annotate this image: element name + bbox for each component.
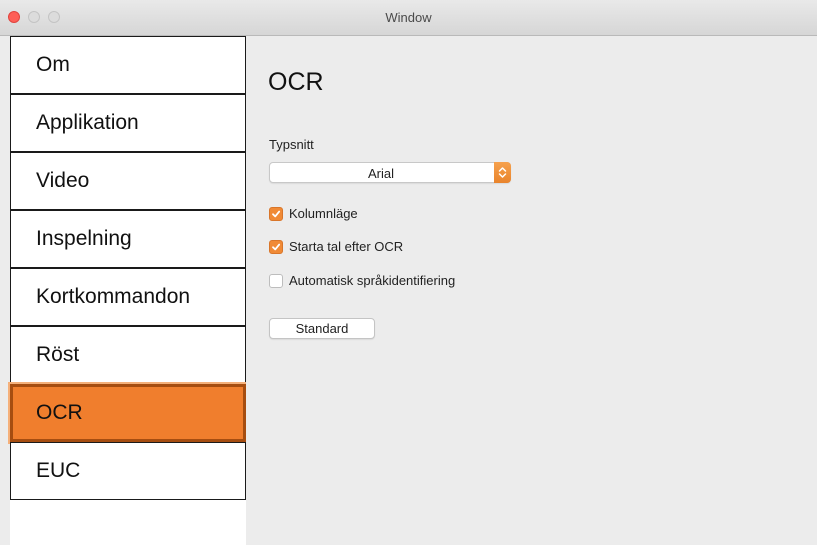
speak-after-ocr-label: Starta tal efter OCR	[289, 239, 404, 254]
font-select-value: Arial	[367, 166, 394, 181]
title-bar: Window	[0, 0, 817, 36]
settings-content: OCR Typsnitt Arial Kolumnläge Starta tal…	[246, 36, 817, 545]
sidebar-item-ocr[interactable]: OCR	[10, 384, 246, 442]
column-mode-label: Kolumnläge	[289, 206, 358, 221]
sidebar-item-euc[interactable]: EUC	[10, 442, 246, 500]
sidebar-item-applikation[interactable]: Applikation	[10, 94, 246, 152]
standard-button[interactable]: Standard	[269, 318, 375, 339]
sidebar-item-kortkommandon[interactable]: Kortkommandon	[10, 268, 246, 326]
speak-after-ocr-checkbox[interactable]	[269, 239, 283, 254]
auto-language-option[interactable]: Automatisk språkidentifiering	[269, 273, 455, 288]
window-title: Window	[385, 10, 432, 25]
sidebar-item-video[interactable]: Video	[10, 152, 246, 210]
settings-sidebar: Om Applikation Video Inspelning Kortkomm…	[10, 36, 246, 545]
speak-after-ocr-option[interactable]: Starta tal efter OCR	[269, 239, 403, 254]
column-mode-checkbox[interactable]	[269, 206, 283, 221]
app-window: Window Om Applikation Video Inspelning K…	[0, 0, 817, 545]
sidebar-item-inspelning[interactable]: Inspelning	[10, 210, 246, 268]
sidebar-item-rost[interactable]: Röst	[10, 326, 246, 384]
checkmark-icon	[272, 243, 281, 250]
page-title: OCR	[268, 68, 324, 96]
checkmark-icon	[272, 210, 281, 217]
font-label: Typsnitt	[269, 137, 314, 152]
auto-language-label: Automatisk språkidentifiering	[289, 273, 456, 288]
up-down-chevron-icon	[494, 162, 511, 183]
sidebar-item-om[interactable]: Om	[10, 36, 246, 94]
auto-language-checkbox[interactable]	[269, 273, 283, 288]
font-select[interactable]: Arial	[269, 162, 511, 183]
column-mode-option[interactable]: Kolumnläge	[269, 206, 358, 221]
